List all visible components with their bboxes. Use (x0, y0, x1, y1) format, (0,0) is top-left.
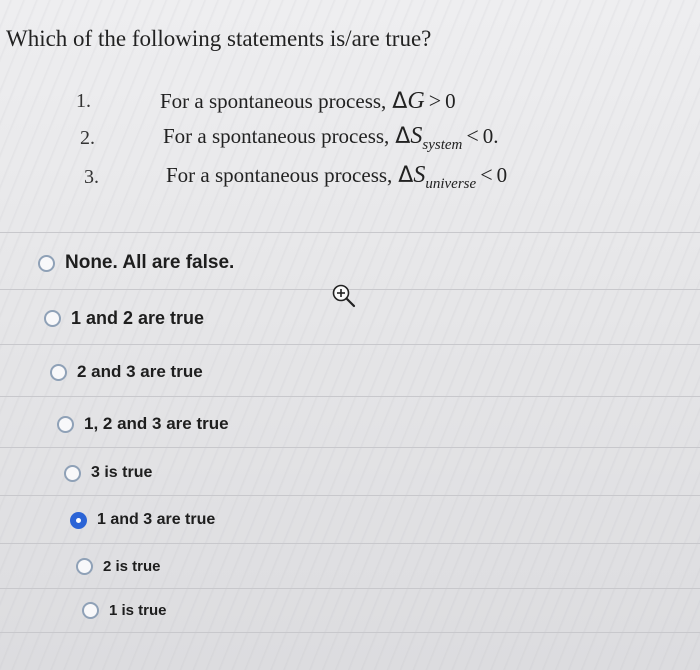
math-variable: G (407, 87, 425, 114)
math-variable: S (410, 122, 423, 149)
statement-number: 1. (76, 89, 91, 112)
statement-text: For a spontaneous process, ΔG >0 (160, 88, 456, 115)
option-label: 3 is true (91, 464, 153, 481)
math-value: 0. (482, 123, 499, 148)
math-operator: < (466, 122, 479, 148)
statement-prefix: For a spontaneous process, (160, 88, 387, 113)
radio-button-selected[interactable] (70, 511, 87, 529)
divider (0, 447, 700, 448)
math-variable: S (413, 161, 426, 188)
radio-button[interactable] (76, 558, 93, 575)
statement-prefix: For a spontaneous process, (163, 123, 390, 148)
option-label: 1 and 3 are true (97, 511, 216, 528)
delta-symbol: Δ (395, 123, 411, 149)
divider (0, 543, 700, 544)
answer-option-2[interactable]: 1 and 2 are true (44, 308, 204, 329)
option-label: 1 and 2 are true (71, 308, 205, 328)
math-subscript: system (422, 136, 463, 153)
answer-option-1[interactable]: None. All are false. (38, 252, 234, 274)
option-label: None. All are false. (65, 252, 235, 273)
answer-option-5[interactable]: 3 is true (64, 464, 152, 482)
divider (0, 232, 700, 233)
divider (0, 588, 700, 589)
option-label: 2 is true (103, 558, 161, 575)
math-value: 0 (496, 162, 508, 187)
radio-button[interactable] (82, 602, 99, 619)
zoom-in-icon[interactable] (332, 284, 362, 310)
delta-symbol: Δ (392, 88, 408, 114)
math-subscript: universe (425, 175, 477, 192)
statement-prefix: For a spontaneous process, (166, 162, 393, 187)
answer-option-8[interactable]: 1 is true (82, 602, 167, 619)
radio-button[interactable] (44, 310, 61, 327)
option-label: 1 is true (109, 602, 167, 619)
math-value: 0 (445, 88, 456, 113)
statement-number: 2. (80, 126, 95, 149)
divider (0, 632, 700, 633)
answer-option-4[interactable]: 1, 2 and 3 are true (57, 414, 229, 434)
math-operator: > (428, 87, 442, 113)
option-label: 2 and 3 are true (77, 362, 203, 381)
radio-button[interactable] (38, 254, 55, 272)
delta-symbol: Δ (398, 162, 414, 188)
divider (0, 344, 700, 345)
radio-button[interactable] (64, 464, 81, 482)
math-operator: < (480, 161, 493, 187)
option-label: 1, 2 and 3 are true (84, 414, 229, 433)
divider (0, 396, 700, 397)
radio-button[interactable] (57, 415, 74, 433)
statement-number: 3. (84, 165, 99, 188)
question-text: Which of the following statements is/are… (6, 26, 432, 51)
answer-option-7[interactable]: 2 is true (76, 558, 161, 575)
answer-option-6[interactable]: 1 and 3 are true (70, 511, 215, 529)
answer-option-3[interactable]: 2 and 3 are true (50, 362, 203, 382)
radio-button[interactable] (50, 363, 67, 381)
statement-text: For a spontaneous process, ΔSuniverse <0 (166, 162, 507, 193)
statement-text: For a spontaneous process, ΔSsystem <0. (163, 123, 499, 154)
divider (0, 495, 700, 496)
